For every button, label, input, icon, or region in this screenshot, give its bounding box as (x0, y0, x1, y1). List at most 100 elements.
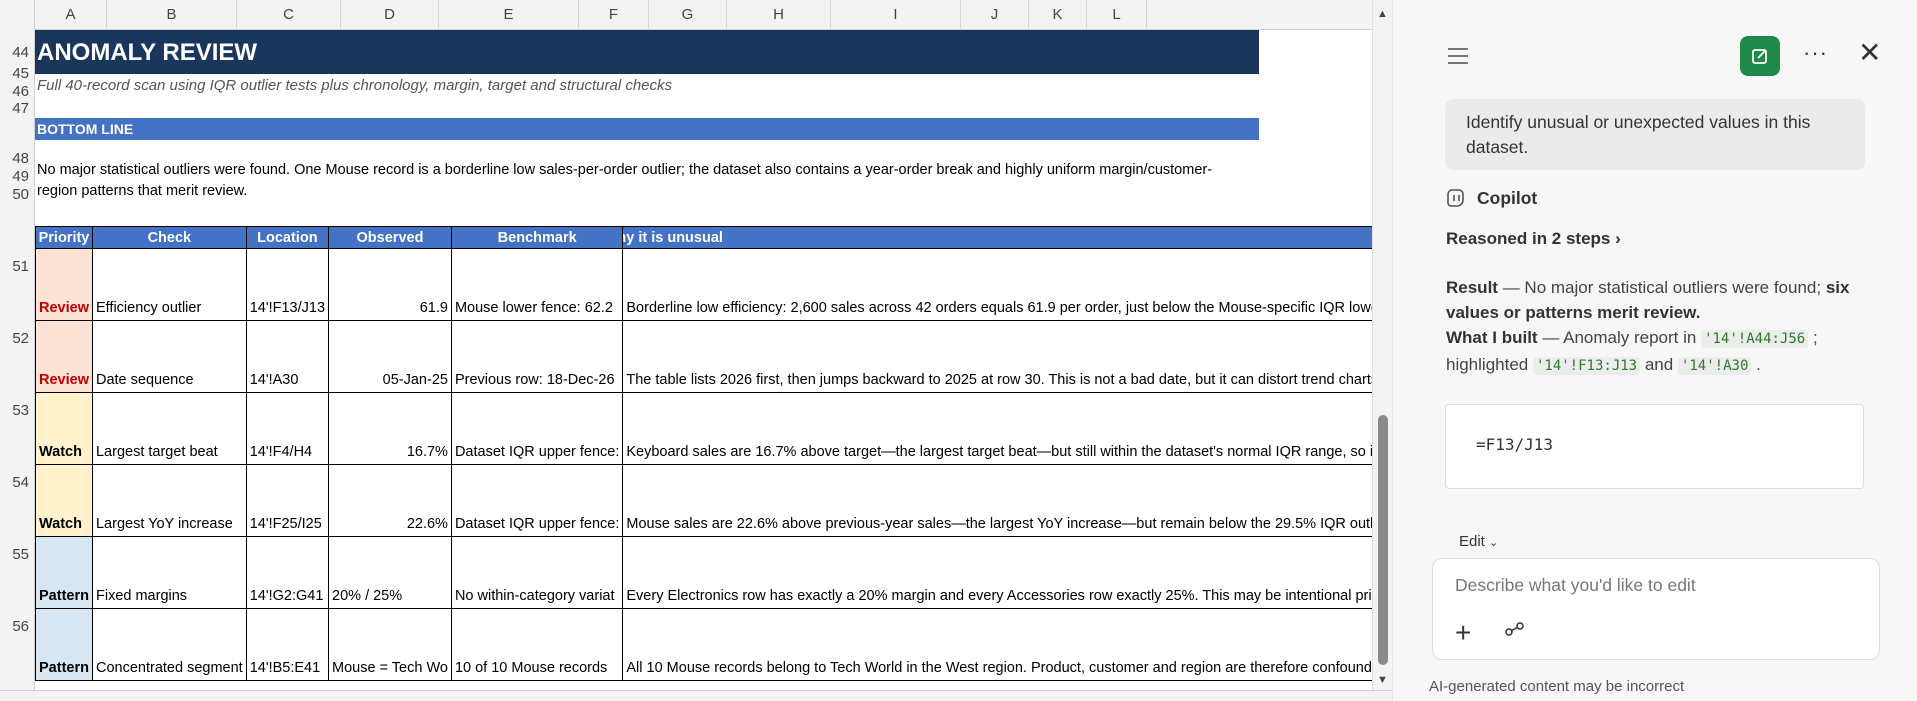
sheet-tab-bar[interactable] (0, 690, 1392, 701)
priority-cell[interactable]: Review (35, 248, 93, 321)
benchmark-cell[interactable]: Dataset IQR upper fence: (450, 464, 624, 537)
observed-cell[interactable]: 16.7% (328, 392, 452, 465)
column-header-d[interactable]: D (341, 0, 439, 30)
row-header-55[interactable]: 55 (0, 492, 35, 564)
check-cell[interactable]: Largest target beat (91, 392, 247, 465)
benchmark-cell[interactable]: Previous row: 18-Dec-26 (450, 320, 624, 393)
header-benchmark[interactable]: Benchmark (450, 226, 624, 249)
vertical-scrollbar[interactable]: ▲ ▼ (1372, 0, 1392, 690)
benchmark-cell[interactable]: No within-category variat (450, 536, 624, 609)
location-cell[interactable]: 14'!F4/H4 (245, 392, 330, 465)
why-cell[interactable]: Keyboard sales are 16.7% above target—th… (622, 392, 1372, 465)
check-cell[interactable]: Concentrated segment (91, 608, 247, 681)
edit-mode-dropdown[interactable]: Edit ⌄ (1459, 533, 1498, 550)
header-why[interactable]: hy it is unusual (622, 226, 1372, 249)
column-header-a[interactable]: A (35, 0, 107, 30)
check-cell[interactable]: Largest YoY increase (91, 464, 247, 537)
column-header-i[interactable]: I (831, 0, 961, 30)
row-header-52[interactable]: 52 (0, 276, 35, 348)
cell-grid[interactable]: ANOMALY REVIEW Full 40-record scan using… (35, 30, 1372, 690)
table-row: Review Date sequence 14'!A30 05-Jan-25 P… (35, 320, 1372, 393)
reasoned-steps-toggle[interactable]: Reasoned in 2 steps › (1446, 229, 1621, 249)
row-header-48[interactable]: 48 (0, 118, 35, 168)
copilot-logo-icon (1447, 189, 1464, 207)
priority-cell[interactable]: Pattern (35, 536, 93, 609)
why-cell[interactable]: All 10 Mouse records belong to Tech Worl… (622, 608, 1372, 681)
spreadsheet[interactable]: A B C D E F G H I J K L 44 45 46 47 48 4… (0, 0, 1392, 701)
priority-cell[interactable]: Watch (35, 392, 93, 465)
header-priority[interactable]: Priority (35, 226, 93, 249)
location-cell[interactable]: 14'!B5:E41 (245, 608, 330, 681)
row-header-46[interactable]: 46 (0, 83, 35, 101)
formula-preview[interactable]: =F13/J13 (1445, 404, 1864, 489)
prompt-input-box[interactable]: Describe what you'd like to edit + (1432, 558, 1880, 660)
range-reference-link[interactable]: '14'!A44:J56 (1701, 330, 1809, 348)
end-text: . (1751, 355, 1761, 374)
row-header-54[interactable]: 54 (0, 420, 35, 492)
benchmark-cell[interactable]: Mouse lower fence: 62.2 (450, 248, 624, 321)
column-header-f[interactable]: F (579, 0, 649, 30)
column-header-k[interactable]: K (1029, 0, 1087, 30)
observed-cell[interactable]: 22.6% (328, 464, 452, 537)
range-reference-link[interactable]: '14'!A30 (1677, 357, 1752, 375)
scroll-down-arrow-icon[interactable]: ▼ (1377, 674, 1388, 686)
built-paragraph: What I built — Anomaly report in '14'!A4… (1446, 325, 1871, 379)
row-header-56[interactable]: 56 (0, 564, 35, 636)
priority-cell[interactable]: Review (35, 320, 93, 393)
more-options-icon[interactable]: ··· (1803, 40, 1828, 66)
row-header-47[interactable]: 47 (0, 100, 35, 118)
why-cell[interactable]: Mouse sales are 22.6% above previous-yea… (622, 464, 1372, 537)
observed-cell[interactable]: Mouse = Tech Wo (328, 608, 452, 681)
why-cell[interactable]: Borderline low efficiency: 2,600 sales a… (622, 248, 1372, 321)
check-cell[interactable]: Date sequence (91, 320, 247, 393)
observed-cell[interactable]: 20% / 25% (328, 536, 452, 609)
location-cell[interactable]: 14'!G2:G41 (245, 536, 330, 609)
range-reference-link[interactable]: '14'!F13:J13 (1532, 357, 1641, 375)
report-title[interactable]: ANOMALY REVIEW (35, 30, 1259, 74)
check-cell[interactable]: Fixed margins (91, 536, 247, 609)
row-header-49[interactable]: 49 (0, 168, 35, 186)
row-header-51[interactable]: 51 (0, 204, 35, 276)
row-header-53[interactable]: 53 (0, 348, 35, 420)
location-cell[interactable]: 14'!F25/I25 (245, 464, 330, 537)
header-location[interactable]: Location (245, 226, 330, 249)
anomaly-table: Priority Check Location Observed Benchma… (35, 226, 1372, 681)
reasoned-label: Reasoned in 2 steps (1446, 229, 1611, 248)
close-icon[interactable]: ✕ (1858, 36, 1881, 69)
report-subtitle[interactable]: Full 40-record scan using IQR outlier te… (37, 77, 672, 94)
scrollbar-thumb[interactable] (1378, 415, 1388, 665)
priority-cell[interactable]: Pattern (35, 608, 93, 681)
column-header-j[interactable]: J (961, 0, 1029, 30)
add-icon[interactable]: + (1455, 617, 1471, 649)
benchmark-cell[interactable]: Dataset IQR upper fence: (450, 392, 624, 465)
column-header-g[interactable]: G (649, 0, 727, 30)
menu-icon[interactable] (1448, 48, 1468, 69)
column-header-e[interactable]: E (439, 0, 579, 30)
table-row: Pattern Fixed margins 14'!G2:G41 20% / 2… (35, 536, 1372, 609)
select-all-corner[interactable] (0, 0, 35, 30)
prompt-tools-icon[interactable] (1505, 621, 1525, 637)
why-cell[interactable]: The table lists 2026 first, then jumps b… (622, 320, 1372, 393)
observed-cell[interactable]: 05-Jan-25 (328, 320, 452, 393)
row-header-44[interactable]: 44 (0, 30, 35, 62)
header-observed[interactable]: Observed (328, 226, 452, 249)
why-cell[interactable]: Every Electronics row has exactly a 20% … (622, 536, 1372, 609)
row-header-50[interactable]: 50 (0, 186, 35, 204)
column-header-l[interactable]: L (1087, 0, 1147, 30)
new-chat-button[interactable] (1740, 36, 1780, 76)
header-check[interactable]: Check (91, 226, 247, 249)
row-header-45[interactable]: 45 (0, 62, 35, 83)
column-header-b[interactable]: B (107, 0, 237, 30)
bottom-line-summary[interactable]: No major statistical outliers were found… (37, 160, 1237, 202)
location-cell[interactable]: 14'!F13/J13 (245, 248, 330, 321)
column-header-h[interactable]: H (727, 0, 831, 30)
scroll-up-arrow-icon[interactable]: ▲ (1377, 8, 1388, 20)
priority-cell[interactable]: Watch (35, 464, 93, 537)
benchmark-cell[interactable]: 10 of 10 Mouse records (450, 608, 624, 681)
bottom-line-header[interactable]: BOTTOM LINE (35, 118, 1259, 140)
location-cell[interactable]: 14'!A30 (245, 320, 330, 393)
observed-cell[interactable]: 61.9 (328, 248, 452, 321)
check-cell[interactable]: Efficiency outlier (91, 248, 247, 321)
prompt-input-placeholder[interactable]: Describe what you'd like to edit (1455, 575, 1696, 596)
column-header-c[interactable]: C (237, 0, 341, 30)
